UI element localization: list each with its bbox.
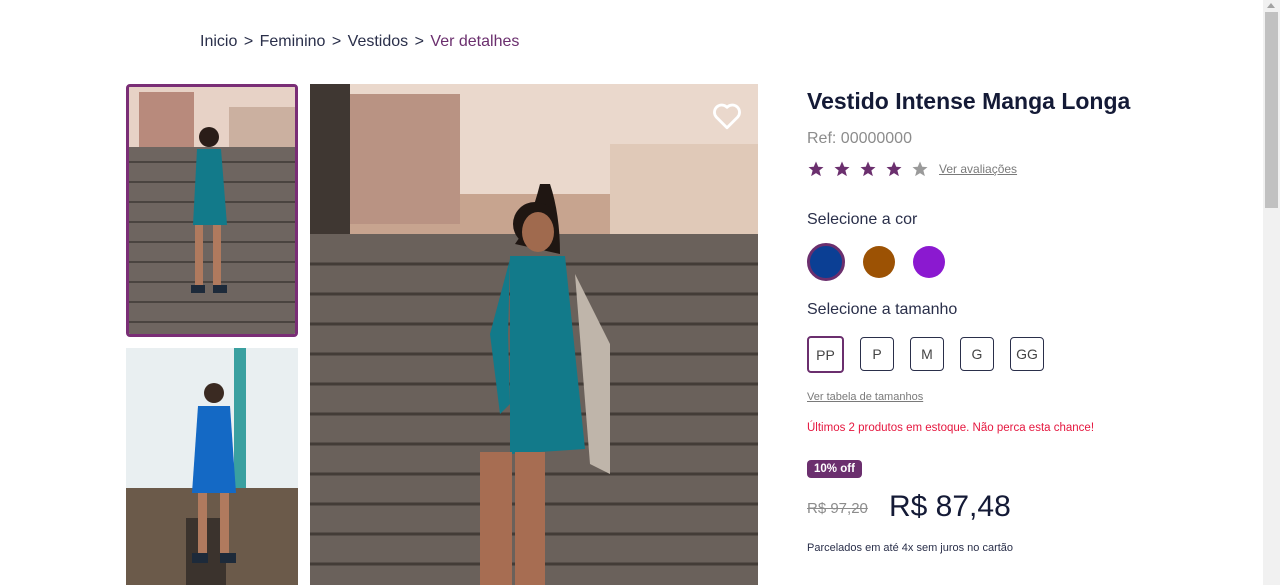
- breadcrumb-current: Ver detalhes: [430, 33, 520, 50]
- breadcrumb-separator: >: [331, 33, 342, 50]
- stock-notice: Últimos 2 produtos em estoque. Não perca…: [807, 422, 1095, 434]
- size-label: Selecione a tamanho: [807, 301, 958, 318]
- color-options: [807, 243, 963, 281]
- color-swatch-brown[interactable]: [863, 246, 895, 278]
- main-image-illustration: [310, 84, 758, 585]
- breadcrumb-vestidos[interactable]: Vestidos: [348, 33, 408, 50]
- breadcrumb-separator: >: [414, 33, 424, 50]
- product-thumbnail-1[interactable]: [126, 84, 298, 337]
- star-icon: [860, 161, 876, 177]
- product-ref: Ref: 00000000: [807, 130, 912, 147]
- favorite-button[interactable]: [710, 98, 744, 132]
- current-price: R$ 87,48: [889, 490, 1011, 523]
- thumbnail-image-2: [126, 348, 298, 585]
- color-label: Selecione a cor: [807, 211, 918, 228]
- size-option-pp[interactable]: PP: [807, 336, 844, 373]
- scroll-up-arrow-icon[interactable]: [1267, 3, 1275, 8]
- size-option-p[interactable]: P: [860, 337, 894, 371]
- thumbnail-image-1: [129, 87, 295, 334]
- breadcrumb-feminino[interactable]: Feminino: [260, 33, 326, 50]
- discount-badge: 10% off: [807, 460, 862, 478]
- page-scrollbar[interactable]: [1263, 0, 1280, 585]
- star-icon: [834, 161, 850, 177]
- breadcrumb-separator: >: [243, 33, 254, 50]
- reviews-link[interactable]: Ver avaliações: [939, 162, 1017, 176]
- installments-info: Parcelados em até 4x sem juros no cartão: [807, 542, 1014, 554]
- star-icon: [886, 161, 902, 177]
- size-table-link[interactable]: Ver tabela de tamanhos: [807, 391, 923, 403]
- star-icon: [808, 161, 824, 177]
- color-swatch-blue[interactable]: [807, 243, 845, 281]
- product-title: Vestido Intense Manga Longa: [807, 88, 1131, 114]
- size-options: PP P M G GG: [807, 336, 1060, 373]
- product-main-image: [310, 84, 758, 585]
- color-swatch-purple[interactable]: [913, 246, 945, 278]
- size-option-g[interactable]: G: [960, 337, 994, 371]
- size-option-gg[interactable]: GG: [1010, 337, 1044, 371]
- scrollbar-thumb[interactable]: [1265, 12, 1278, 208]
- heart-outline-icon: [713, 103, 741, 130]
- breadcrumb-home[interactable]: Inicio: [200, 33, 237, 50]
- size-option-m[interactable]: M: [910, 337, 944, 371]
- breadcrumb: Inicio > Feminino > Vestidos > Ver detal…: [200, 33, 519, 51]
- star-icon-empty: [912, 161, 928, 177]
- product-thumbnail-2[interactable]: [126, 348, 298, 585]
- product-rating: Ver avaliações: [807, 160, 1017, 178]
- old-price: R$ 97,20: [807, 500, 868, 517]
